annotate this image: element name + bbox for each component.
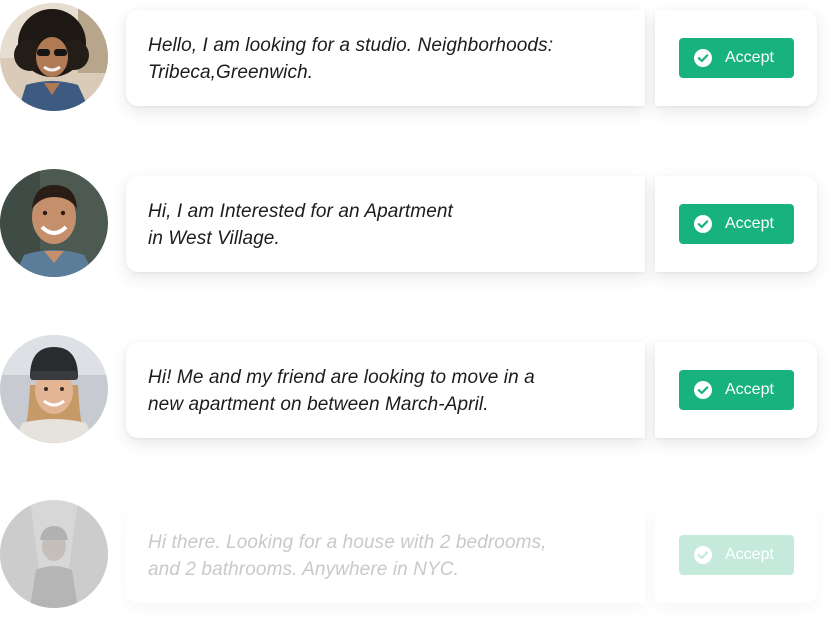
accept-button[interactable]: Accept (679, 370, 794, 410)
accept-button[interactable]: Accept (679, 535, 794, 575)
message-card: Hi, I am Interested for an Apartment in … (126, 176, 645, 272)
check-circle-icon (693, 545, 713, 565)
message-card: Hi there. Looking for a house with 2 bed… (126, 507, 645, 603)
message-card: Hello, I am looking for a studio. Neighb… (126, 10, 645, 106)
action-card: Accept (655, 176, 817, 272)
woman-beanie-avatar (0, 335, 108, 443)
message-text: Hi! Me and my friend are looking to move… (148, 367, 535, 415)
action-card: Accept (655, 342, 817, 438)
message-text: Hi, I am Interested for an Apartment in … (148, 201, 453, 249)
accept-label: Accept (725, 546, 774, 563)
avatar (0, 500, 108, 608)
request-row: Hi, I am Interested for an Apartment in … (0, 166, 832, 277)
message-card: Hi! Me and my friend are looking to move… (126, 342, 645, 438)
avatar (0, 3, 108, 111)
woman-curly-hair-sunglasses-avatar (0, 3, 108, 111)
accept-label: Accept (725, 381, 774, 398)
check-circle-icon (693, 214, 713, 234)
accept-button[interactable]: Accept (679, 38, 794, 78)
man-smiling-avatar (0, 169, 108, 277)
accept-button[interactable]: Accept (679, 204, 794, 244)
avatar (0, 335, 108, 443)
message-text: Hi there. Looking for a house with 2 bed… (148, 532, 547, 580)
action-card: Accept (655, 10, 817, 106)
message-text: Hello, I am looking for a studio. Neighb… (148, 35, 554, 83)
request-row: Hi! Me and my friend are looking to move… (0, 332, 832, 443)
check-circle-icon (693, 48, 713, 68)
avatar (0, 169, 108, 277)
request-row: Hi there. Looking for a house with 2 bed… (0, 497, 832, 608)
check-circle-icon (693, 380, 713, 400)
man-faded-avatar (0, 500, 108, 608)
accept-label: Accept (725, 49, 774, 66)
request-row: Hello, I am looking for a studio. Neighb… (0, 0, 832, 111)
action-card: Accept (655, 507, 817, 603)
accept-label: Accept (725, 215, 774, 232)
